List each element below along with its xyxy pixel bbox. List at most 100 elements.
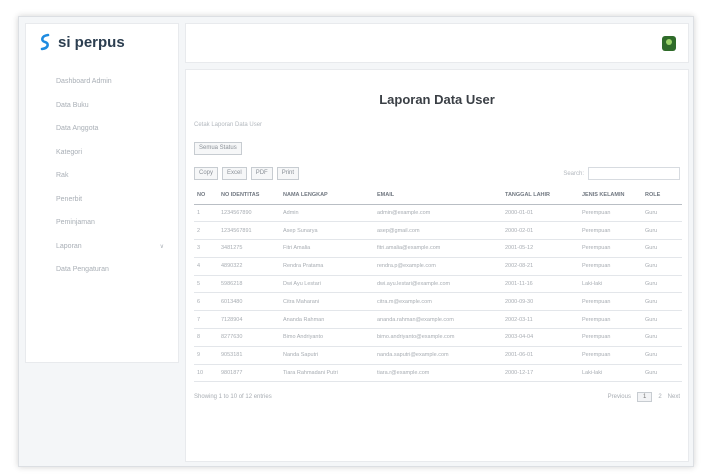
sidebar-item-label: Peminjaman bbox=[56, 219, 95, 227]
column-header[interactable]: TANGGAL LAHIR bbox=[502, 186, 579, 205]
sidebar-item[interactable]: Data Buku bbox=[26, 94, 178, 118]
column-header[interactable]: EMAIL bbox=[374, 186, 502, 205]
table-cell: citra.m@example.com bbox=[374, 292, 502, 312]
table-cell: 6013480 bbox=[218, 292, 280, 312]
table-body: 1 1234567890 Admin admin@example.com 2000-01… bbox=[194, 204, 682, 383]
print-button[interactable]: Print bbox=[276, 167, 300, 180]
table-cell: nanda.saputri@example.com bbox=[374, 346, 502, 365]
sidebar-item-label: Dashboard Admin bbox=[56, 78, 112, 86]
column-header[interactable]: NO bbox=[194, 186, 218, 205]
table-cell: Perempuan bbox=[579, 328, 642, 347]
table-cell: Guru bbox=[642, 292, 682, 312]
table-cell: admin@example.com bbox=[374, 204, 502, 223]
table-cell: Guru bbox=[642, 346, 682, 365]
sidebar-item[interactable]: Data Pengaturan bbox=[26, 258, 178, 282]
column-header[interactable]: JENIS KELAMIN bbox=[579, 186, 642, 205]
table-cell: 3 bbox=[194, 239, 218, 258]
table-cell: 2001-05-12 bbox=[502, 239, 579, 258]
table-cell: 5 bbox=[194, 275, 218, 294]
table-cell: 2000-02-01 bbox=[502, 221, 579, 241]
table-cell: 5986218 bbox=[218, 275, 280, 294]
table-cell: 8277630 bbox=[218, 328, 280, 347]
table-cell: 2003-04-04 bbox=[502, 328, 579, 347]
table-cell: Perempuan bbox=[579, 204, 642, 223]
brand[interactable]: si perpus bbox=[26, 24, 178, 60]
table-cell: 3481275 bbox=[218, 239, 280, 258]
table-cell: Guru bbox=[642, 328, 682, 347]
table-cell: Perempuan bbox=[579, 346, 642, 365]
table-cell: Perempuan bbox=[579, 310, 642, 330]
sidebar-item-label: Data Pengaturan bbox=[56, 266, 109, 274]
table-cell: rendra.p@example.com bbox=[374, 257, 502, 276]
table-cell: Guru bbox=[642, 364, 682, 383]
pagination: Previous 1 2 Next bbox=[608, 392, 680, 403]
logo-icon bbox=[40, 33, 50, 51]
sidebar-item-label: Data Buku bbox=[56, 101, 89, 109]
column-header[interactable]: NAMA LENGKAP bbox=[280, 186, 374, 205]
excel-button[interactable]: Excel bbox=[222, 167, 247, 180]
table-cell: 9053181 bbox=[218, 346, 280, 365]
table-row: 7 7128904 Ananda Rahman ananda.rahman@examp… bbox=[194, 310, 682, 330]
sidebar-item[interactable]: Penerbit bbox=[26, 188, 178, 212]
table-cell: 9 bbox=[194, 346, 218, 365]
table-cell: Laki-laki bbox=[579, 275, 642, 294]
table-cell: Guru bbox=[642, 310, 682, 330]
sidebar-nav: Dashboard Admin Data Buku Data Anggota Kate… bbox=[26, 70, 178, 282]
brand-name: si perpus bbox=[58, 33, 125, 51]
page-2-button[interactable]: 2 bbox=[658, 394, 661, 400]
table-cell: Citra Maharani bbox=[280, 292, 374, 312]
pdf-button[interactable]: PDF bbox=[250, 167, 273, 180]
user-avatar-icon[interactable] bbox=[662, 36, 676, 51]
sidebar-item[interactable]: Rak bbox=[26, 164, 178, 188]
table-cell: 1234567890 bbox=[218, 204, 280, 223]
table-cell: Fitri Amalia bbox=[280, 239, 374, 258]
sidebar-item-label: Kategori bbox=[56, 148, 83, 156]
table-cell: Guru bbox=[642, 204, 682, 223]
page-1-button[interactable]: 1 bbox=[636, 392, 653, 403]
table-cell: ananda.rahman@example.com bbox=[374, 310, 502, 330]
sidebar-item-label: Rak bbox=[56, 172, 69, 180]
table-row: 8 8277630 Bimo Andriyanto bimo.andriyanto@e… bbox=[194, 328, 682, 347]
table-cell: 10 bbox=[194, 364, 218, 383]
table-cell: 2001-11-16 bbox=[502, 275, 579, 294]
table-cell: asep@gmail.com bbox=[374, 221, 502, 241]
table-cell: 7128904 bbox=[218, 310, 280, 330]
table-cell: 4 bbox=[194, 257, 218, 276]
table-cell: Asep Sunarya bbox=[280, 221, 374, 241]
table-cell: Nanda Saputri bbox=[280, 346, 374, 365]
table-cell: 6 bbox=[194, 292, 218, 312]
column-header[interactable]: NO IDENTITAS bbox=[218, 186, 280, 205]
page-title: Laporan Data User bbox=[379, 92, 495, 107]
search-input[interactable] bbox=[588, 167, 680, 180]
sidebar: si perpus Dashboard Admin Data Buku Data A… bbox=[25, 23, 179, 363]
sidebar-item[interactable]: Laporan ∨ bbox=[26, 235, 178, 259]
sidebar-item[interactable]: Data Anggota bbox=[26, 117, 178, 141]
table-cell: 2001-06-01 bbox=[502, 346, 579, 365]
table-row: 5 5986218 Dwi Ayu Lestari dwi.ayu.lestari@e… bbox=[194, 275, 682, 294]
table-row: 4 4890322 Rendra Pratama rendra.p@example.c… bbox=[194, 257, 682, 276]
table-cell: 7 bbox=[194, 310, 218, 330]
copy-button[interactable]: Copy bbox=[194, 167, 219, 180]
table-cell: 2 bbox=[194, 221, 218, 241]
table-row: 3 3481275 Fitri Amalia fitri.amalia@example… bbox=[194, 239, 682, 258]
table-row: 2 1234567891 Asep Sunarya asep@gmail.com 200… bbox=[194, 221, 682, 241]
table-cell: 4890322 bbox=[218, 257, 280, 276]
next-button[interactable]: Next bbox=[668, 394, 680, 400]
sidebar-item-label: Data Anggota bbox=[56, 125, 99, 133]
sidebar-item[interactable]: Peminjaman bbox=[26, 211, 178, 235]
table-cell: 9801877 bbox=[218, 364, 280, 383]
table-cell: 2002-08-21 bbox=[502, 257, 579, 276]
table-cell: dwi.ayu.lestari@example.com bbox=[374, 275, 502, 294]
sidebar-item[interactable]: Kategori bbox=[26, 141, 178, 165]
sidebar-item[interactable]: Dashboard Admin bbox=[26, 70, 178, 94]
column-header[interactable]: ROLE bbox=[642, 186, 682, 205]
top-bar bbox=[185, 23, 689, 63]
main-content: Laporan Data User Cetak Laporan Data Use… bbox=[185, 69, 689, 462]
table-row: 1 1234567890 Admin admin@example.com 2000-01… bbox=[194, 204, 682, 223]
sidebar-item-label: Penerbit bbox=[56, 195, 83, 203]
filter-button[interactable]: Semua Status bbox=[194, 142, 242, 155]
table-cell: Guru bbox=[642, 239, 682, 258]
sidebar-item-label: Laporan bbox=[56, 242, 82, 250]
table-cell: Guru bbox=[642, 275, 682, 294]
previous-button[interactable]: Previous bbox=[608, 394, 631, 400]
